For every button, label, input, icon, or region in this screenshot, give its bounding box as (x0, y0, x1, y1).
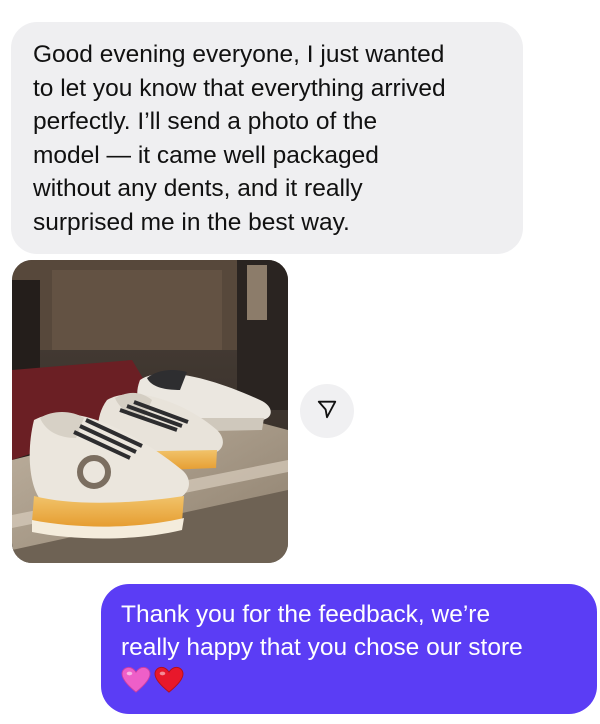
send-arrow-icon (316, 398, 338, 425)
pink-heart-icon (121, 666, 151, 693)
incoming-message-bubble[interactable]: Good evening everyone, I just wanted to … (11, 22, 523, 254)
message-text-line: Thank you for the feedback, we’re (121, 601, 491, 628)
red-heart-icon (154, 666, 184, 693)
outgoing-message-bubble[interactable]: Thank you for the feedback, we’re really… (101, 584, 597, 714)
message-text-line: really happy that you chose our store (121, 634, 523, 661)
message-text-line: perfectly. I’ll send a photo of the (33, 108, 378, 135)
message-text-line: surprised me in the best way. (33, 208, 350, 236)
message-text-line: without any dents, and it really (33, 175, 363, 202)
emoji-row (121, 666, 579, 694)
message-text-line: model — it came well packaged (33, 141, 379, 169)
share-button[interactable] (300, 384, 354, 438)
sneakers-photo[interactable] (12, 260, 288, 563)
message-text-line: Good evening everyone, I just wanted (33, 41, 445, 68)
message-text-line: to let you know that everything arrived (33, 74, 446, 102)
